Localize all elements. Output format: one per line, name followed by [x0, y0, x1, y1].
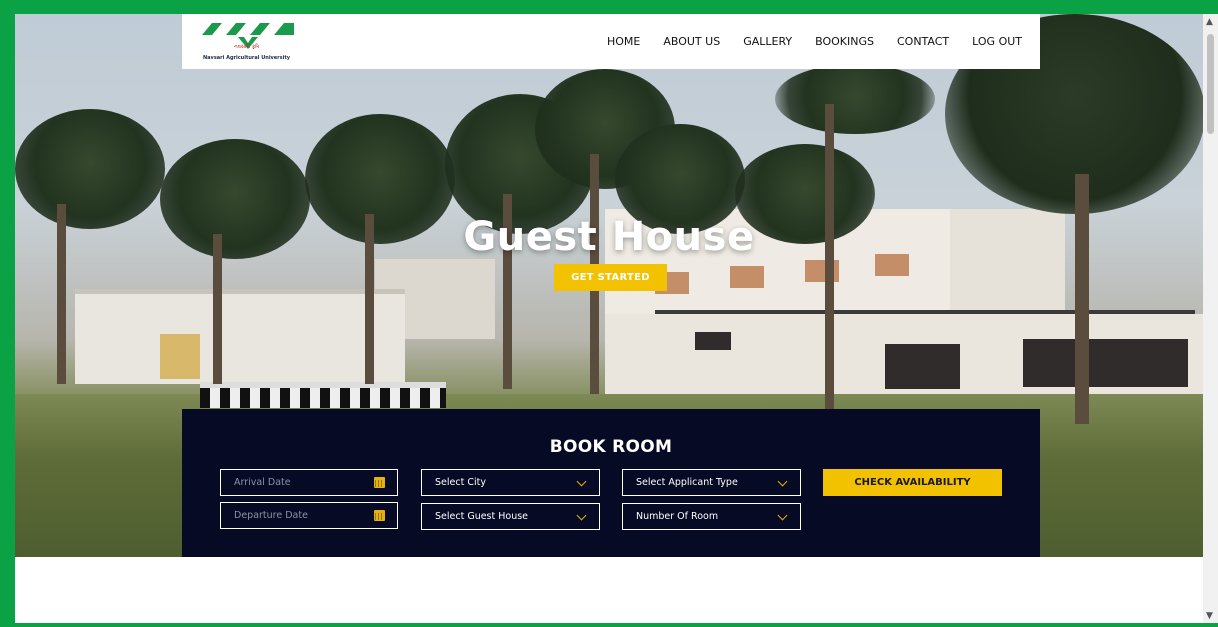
chevron-down-icon [777, 476, 788, 487]
left-building [75, 294, 405, 384]
city-select[interactable]: Select City [421, 469, 600, 496]
building-window [730, 266, 764, 288]
chevron-down-icon [576, 476, 587, 487]
logo-text: Navsari Agricultural University [203, 55, 290, 61]
page-viewport: Guest House GET STARTED નવસારી કૃષિ Navs… [15, 14, 1203, 623]
applicant-type-select-value: Select Applicant Type [636, 477, 738, 488]
chevron-down-icon [576, 510, 587, 521]
check-availability-button[interactable]: CHECK AVAILABILITY [823, 469, 1002, 496]
arrival-date-placeholder: Arrival Date [234, 477, 291, 488]
city-select-value: Select City [435, 477, 486, 488]
scroll-up-icon[interactable]: ▲ [1206, 17, 1213, 27]
applicant-type-select[interactable]: Select Applicant Type [622, 469, 801, 496]
nav-log-out[interactable]: LOG OUT [972, 35, 1022, 48]
nav-bookings[interactable]: BOOKINGS [815, 35, 874, 48]
chevron-down-icon [777, 510, 788, 521]
calendar-icon[interactable] [374, 477, 385, 488]
nav-gallery[interactable]: GALLERY [743, 35, 792, 48]
left-building-door [160, 334, 200, 379]
departure-date-placeholder: Departure Date [234, 510, 308, 521]
building-door [885, 344, 960, 389]
nav-home[interactable]: HOME [607, 35, 640, 48]
palm-crown [15, 109, 165, 229]
logo-subtext: નવસારી કૃષિ [234, 44, 260, 50]
number-of-room-select[interactable]: Number Of Room [622, 503, 801, 530]
booking-title: BOOK ROOM [549, 437, 673, 457]
scroll-thumb[interactable] [1207, 34, 1214, 134]
departure-date-field[interactable]: Departure Date [220, 502, 398, 529]
calendar-icon[interactable] [374, 510, 385, 521]
palm-crown [775, 64, 935, 134]
tree-trunk [1075, 174, 1089, 424]
get-started-button[interactable]: GET STARTED [554, 264, 667, 291]
arrival-date-field[interactable]: Arrival Date [220, 469, 398, 496]
vertical-scrollbar[interactable]: ▲ ▼ [1203, 14, 1218, 623]
guest-house-select-value: Select Guest House [435, 511, 529, 522]
main-nav: HOME ABOUT US GALLERY BOOKINGS CONTACT L… [607, 35, 1022, 48]
booking-panel: BOOK ROOM Arrival Date Departure Date Se… [182, 409, 1040, 557]
hero-title: Guest House [463, 214, 755, 260]
building-window [695, 332, 731, 350]
scroll-down-icon[interactable]: ▼ [1206, 611, 1213, 621]
guest-house-select[interactable]: Select Guest House [421, 503, 600, 530]
nav-about-us[interactable]: ABOUT US [663, 35, 720, 48]
building-window [1023, 339, 1188, 387]
nav-contact[interactable]: CONTACT [897, 35, 949, 48]
site-header: નવસારી કૃષિ Navsari Agricultural Univers… [182, 14, 1040, 69]
number-of-room-select-value: Number Of Room [636, 511, 719, 522]
fountain [200, 382, 446, 408]
